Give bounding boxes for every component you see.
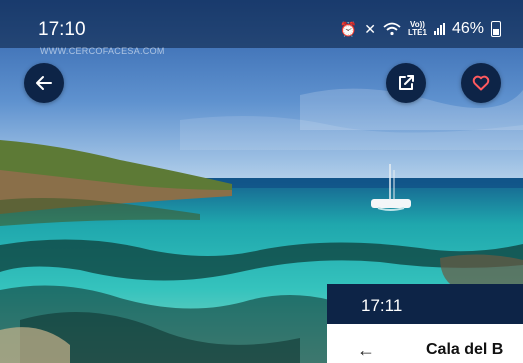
wifi-icon bbox=[383, 22, 401, 36]
status-time: 17:10 bbox=[38, 19, 86, 40]
status-bar: 17:10 ⏰ ✕ Vo)) LTE1 46% bbox=[0, 0, 523, 48]
watermark: WWW.CERCOFACESA.COM bbox=[40, 46, 165, 56]
battery-percent: 46% bbox=[451, 20, 484, 37]
overlay-status-bar: 17:11 bbox=[327, 284, 523, 324]
share-button[interactable] bbox=[386, 63, 426, 103]
overlay-page-title: Cala del B bbox=[426, 341, 504, 358]
arrow-left-icon bbox=[36, 76, 52, 90]
overlay-status-time: 17:11 bbox=[361, 296, 403, 315]
alarm-icon: ⏰ bbox=[339, 21, 358, 37]
volte-lte-icon: Vo)) LTE1 bbox=[408, 20, 427, 37]
heart-icon bbox=[472, 75, 490, 91]
signal-bars-icon bbox=[433, 23, 445, 35]
mute-icon: ✕ bbox=[364, 21, 376, 37]
battery-icon bbox=[491, 21, 501, 37]
favorite-button[interactable] bbox=[461, 63, 501, 103]
overlay-screenshot: 17:11 ← Cala del B bbox=[327, 284, 523, 363]
status-icons: ⏰ ✕ Vo)) LTE1 46% bbox=[340, 20, 501, 38]
share-icon bbox=[399, 75, 414, 90]
overlay-back-arrow-icon[interactable]: ← bbox=[357, 341, 375, 359]
back-button[interactable] bbox=[24, 63, 64, 103]
